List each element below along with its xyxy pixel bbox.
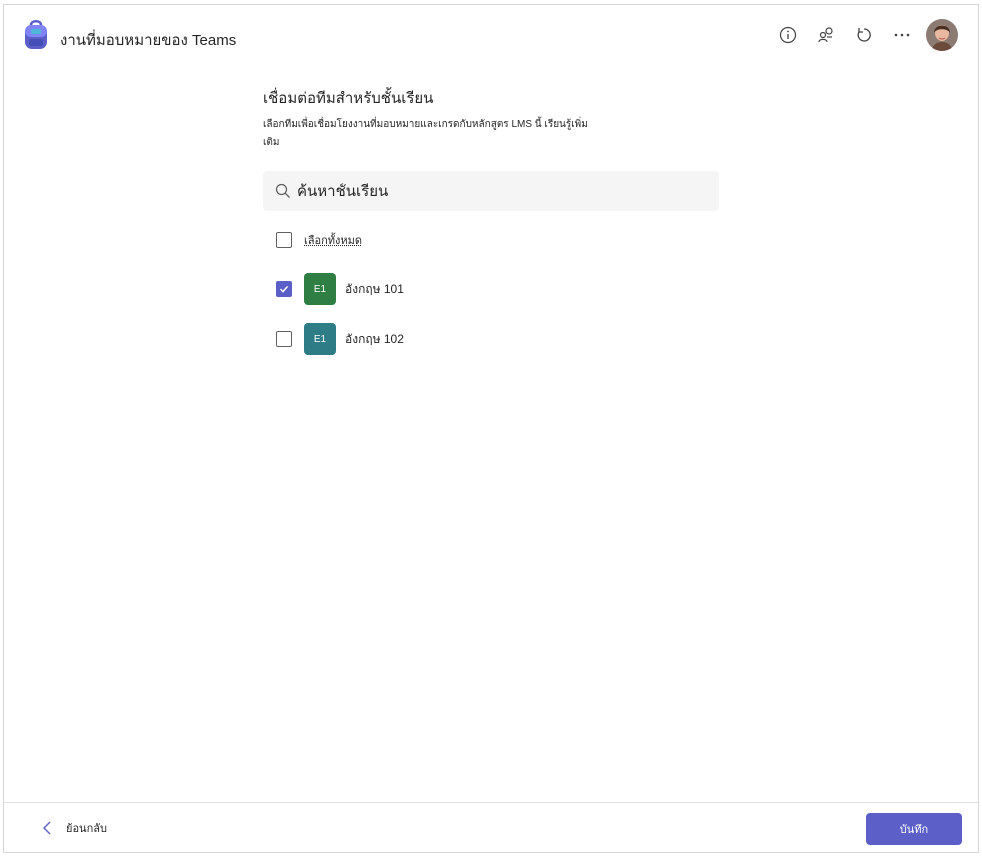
save-button[interactable]: บันทึก [866,813,962,845]
share-link-button[interactable] [814,23,838,47]
class-avatar: E1 [304,323,336,355]
back-button[interactable]: ย้อนกลับ [42,819,107,837]
app-header: งานที่มอบหมายของ Teams [4,5,978,69]
class-avatar: E1 [304,273,336,305]
backpack-icon [22,19,50,51]
footer-bar: ย้อนกลับ บันทึก [4,802,978,854]
class-name: อังกฤษ 101 [345,281,404,296]
checkmark-icon [279,285,289,293]
select-all-row[interactable]: เลือกทั้งหมด [276,231,362,249]
user-avatar[interactable] [926,19,958,51]
search-icon [275,183,290,198]
more-options-button[interactable] [890,23,914,47]
back-label: ย้อนกลับ [66,823,107,835]
class-row[interactable]: E1 อังกฤษ 102 [276,323,404,355]
class-name: อังกฤษ 102 [345,331,404,346]
select-all-checkbox[interactable] [276,232,292,248]
link-share-icon [818,27,833,43]
window-edge-gap [0,584,3,616]
select-all-label[interactable]: เลือกทั้งหมด [304,231,362,249]
page-title: เชื่อมต่อทีมสำหรับชั้นเรียน [263,90,434,107]
refresh-icon [857,28,871,42]
class-checkbox[interactable] [276,281,292,297]
class-checkbox[interactable] [276,331,292,347]
app-title: งานที่มอบหมายของ Teams [60,32,237,49]
search-box[interactable] [263,171,719,211]
app-window: งานที่มอบหมายของ Teams เชื่อมต่อทีมสำหรั… [3,4,979,853]
more-options-icon [894,33,910,37]
main-content: เชื่อมต่อทีมสำหรับชั้นเรียน เลือกทีมเพื่… [263,89,723,152]
search-input[interactable] [297,182,697,200]
refresh-button[interactable] [852,23,876,47]
class-row[interactable]: E1 อังกฤษ 101 [276,273,404,305]
page-description: เลือกทีมเพื่อเชื่อมโยงงานที่มอบหมายและเก… [263,119,588,148]
info-icon [779,26,797,44]
chevron-left-icon [43,821,51,835]
info-button[interactable] [776,23,800,47]
